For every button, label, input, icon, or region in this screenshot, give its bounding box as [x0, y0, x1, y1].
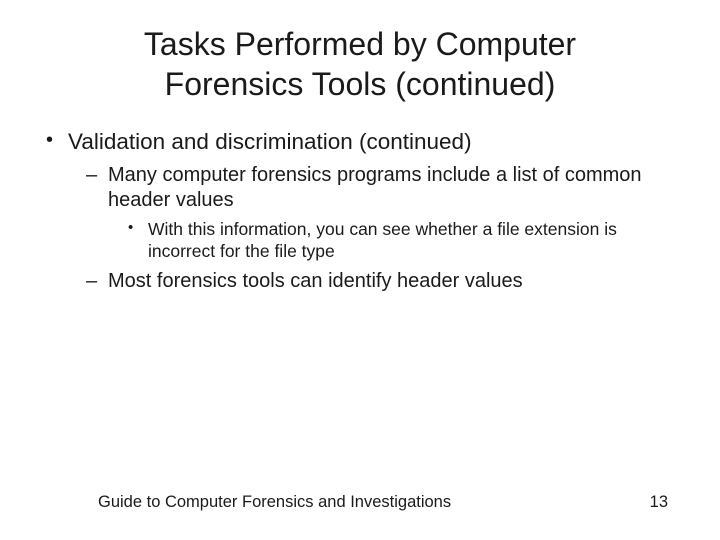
bullet-text: Most forensics tools can identify header… — [108, 270, 523, 292]
bullet-lvl3: With this information, you can see wheth… — [108, 218, 680, 263]
footer-text: Guide to Computer Forensics and Investig… — [98, 493, 451, 512]
bullet-lvl2: Most forensics tools can identify header… — [68, 269, 680, 295]
slide-title: Tasks Performed by Computer Forensics To… — [0, 0, 720, 104]
slide-footer: Guide to Computer Forensics and Investig… — [0, 493, 720, 512]
bullet-text: Many computer forensics programs include… — [108, 164, 642, 212]
bullet-text: With this information, you can see wheth… — [148, 219, 617, 261]
bullet-text: Validation and discrimination (continued… — [68, 129, 472, 154]
slide-content: Validation and discrimination (continued… — [0, 104, 720, 294]
title-line-2: Forensics Tools (continued) — [165, 66, 556, 102]
title-line-1: Tasks Performed by Computer — [144, 26, 576, 62]
bullet-lvl2: Many computer forensics programs include… — [68, 163, 680, 263]
bullet-lvl1: Validation and discrimination (continued… — [40, 128, 680, 294]
page-number: 13 — [650, 493, 668, 512]
bullet-sublist: Many computer forensics programs include… — [68, 163, 680, 295]
bullet-list: Validation and discrimination (continued… — [40, 128, 680, 294]
slide: Tasks Performed by Computer Forensics To… — [0, 0, 720, 540]
bullet-subsublist: With this information, you can see wheth… — [108, 218, 680, 263]
